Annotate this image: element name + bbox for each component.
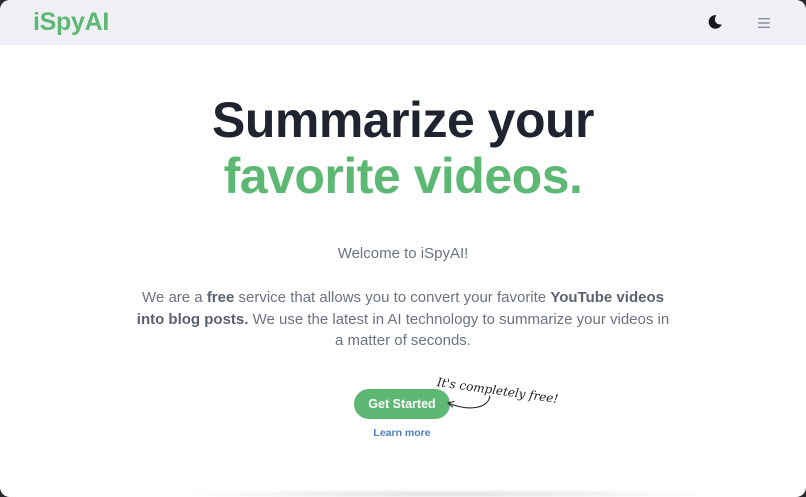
moon-icon[interactable] (706, 13, 724, 31)
section-shadow (170, 489, 720, 497)
browser-viewport: iSpyAI Summarize your favorite videos. W… (0, 0, 806, 497)
hero-title: Summarize your favorite videos. (0, 92, 806, 204)
logo[interactable]: iSpyAI (33, 8, 109, 37)
curved-arrow-icon (440, 392, 496, 414)
get-started-button[interactable]: Get Started (354, 389, 450, 419)
hero-title-line2: favorite videos. (223, 148, 583, 204)
hero-title-line1: Summarize your (211, 92, 595, 148)
learn-more-link[interactable]: Learn more (354, 427, 450, 439)
navbar: iSpyAI (0, 0, 806, 45)
description-bold-free: free (206, 289, 235, 306)
welcome-text: Welcome to iSpyAI! (337, 245, 469, 262)
description-part2: service that allows you to convert your … (234, 289, 551, 306)
description-part1: We are a (142, 289, 207, 306)
hero-description: We are a free service that allows you to… (133, 287, 673, 352)
hamburger-menu-icon[interactable] (755, 14, 773, 32)
description-part3: We use the latest in AI technology to su… (248, 310, 670, 350)
